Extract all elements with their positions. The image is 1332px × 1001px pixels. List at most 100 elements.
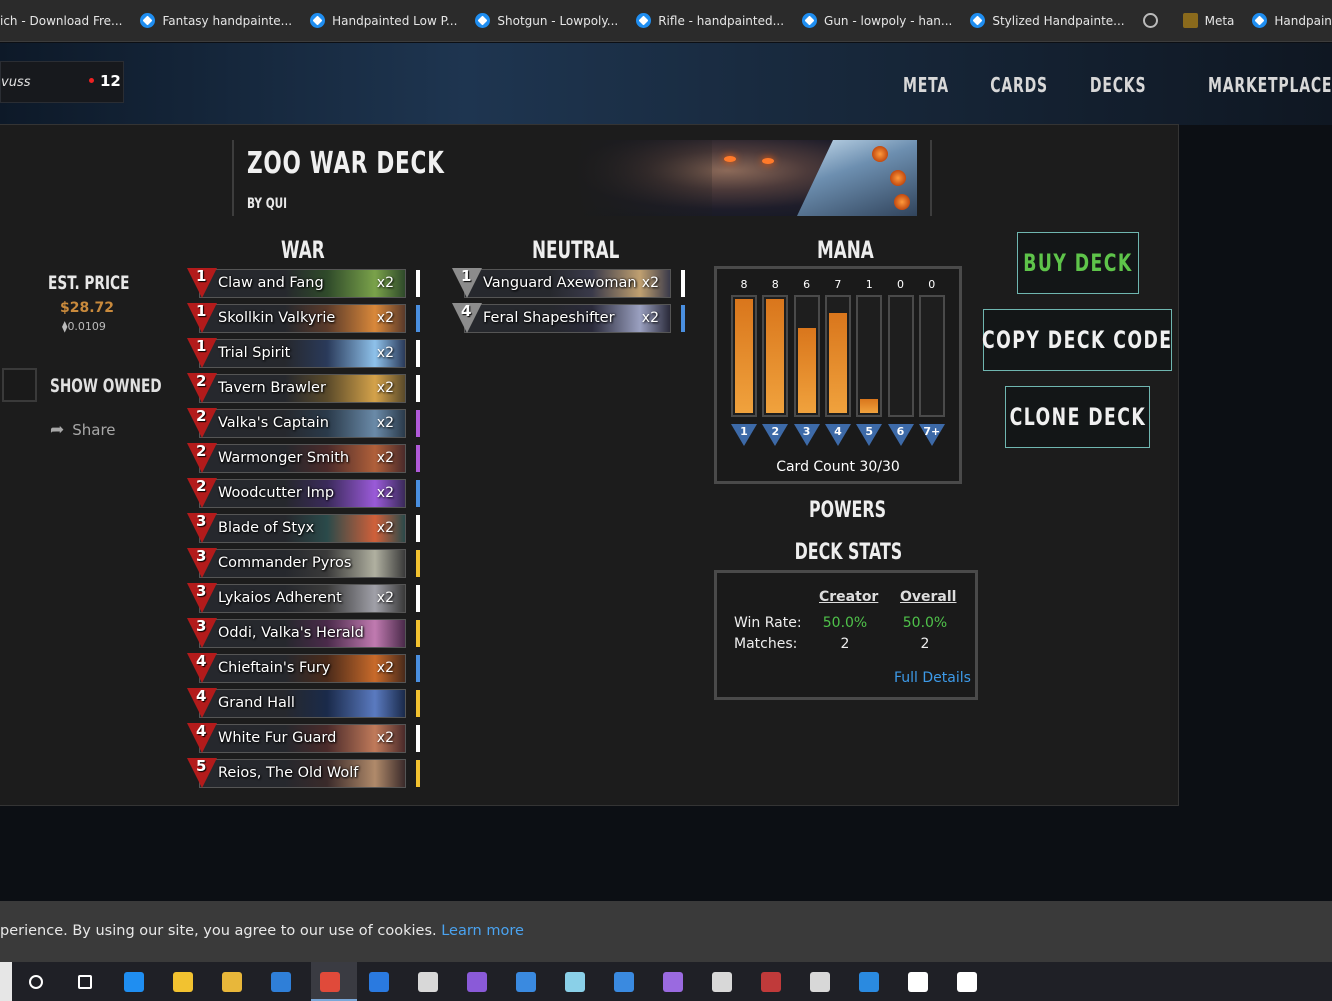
- bookmark-item[interactable]: Gun - lowpoly - han...: [802, 13, 952, 28]
- visual-studio-icon-glyph: [467, 972, 487, 992]
- card-row[interactable]: Grand Hall 4: [187, 687, 420, 719]
- card-cost: 5: [196, 757, 207, 775]
- mana-bar: [824, 295, 851, 417]
- search-icon[interactable]: [22, 968, 50, 996]
- share-button[interactable]: ➦ Share: [50, 420, 116, 440]
- rarity-indicator: [416, 550, 420, 577]
- card-row[interactable]: Warmonger Smith x2 2: [187, 442, 420, 474]
- card-name: Vanguard Axewoman: [483, 275, 637, 291]
- card-row[interactable]: Tavern Brawler x2 2: [187, 372, 420, 404]
- show-owned-checkbox[interactable]: [2, 368, 37, 402]
- bookmark-item[interactable]: Meta: [1182, 13, 1235, 28]
- sketchfab-icon: [1252, 13, 1268, 28]
- card-row[interactable]: Chieftain's Fury x2 4: [187, 652, 420, 684]
- notepad-icon[interactable]: [561, 968, 589, 996]
- bookmark-item[interactable]: Handpainted Low P...: [310, 13, 457, 28]
- card-cost: 3: [196, 512, 207, 530]
- card-row[interactable]: Trial Spirit x2 1: [187, 337, 420, 369]
- clone-deck-button[interactable]: CLONE DECK: [1005, 386, 1150, 448]
- chrome-icon-glyph: [320, 972, 340, 992]
- hero-eye-left: [724, 156, 736, 162]
- nav-marketplace[interactable]: MARKETPLACE: [1208, 73, 1332, 97]
- bookmark-item[interactable]: [1142, 13, 1165, 28]
- deck-hero-art: [572, 140, 917, 216]
- card-name: Woodcutter Imp: [218, 485, 335, 501]
- card-body: Reios, The Old Wolf: [199, 759, 406, 788]
- bookmark-item[interactable]: Rifle - handpainted...: [636, 13, 784, 28]
- mail-icon[interactable]: [267, 968, 295, 996]
- wordpress-icon-glyph: [418, 972, 438, 992]
- est-price-label: EST. PRICE: [48, 272, 130, 294]
- share-icon: ➦: [50, 420, 65, 440]
- photos-icon[interactable]: [855, 968, 883, 996]
- start-button[interactable]: [0, 962, 12, 1001]
- card-row[interactable]: Vanguard Axewoman x2 1: [452, 267, 685, 299]
- unity-icon[interactable]: [904, 968, 932, 996]
- card-row[interactable]: Commander Pyros 3: [187, 547, 420, 579]
- bookmark-item[interactable]: Stylized Handpainte...: [970, 13, 1125, 28]
- mana-bar: [731, 295, 757, 417]
- store-icon[interactable]: [169, 968, 197, 996]
- mana-bar-fill: [735, 299, 753, 413]
- card-row[interactable]: Skollkin Valkyrie x2 1: [187, 302, 420, 334]
- media-icon[interactable]: [610, 968, 638, 996]
- deck-panel: [0, 124, 1179, 806]
- chrome-icon[interactable]: [316, 968, 344, 996]
- edge-icon-glyph: [124, 972, 144, 992]
- learn-more-link[interactable]: Learn more: [441, 923, 524, 939]
- deck-title-block: ZOO WAR DECK BY QUI: [232, 140, 932, 216]
- notes-icon[interactable]: [708, 968, 736, 996]
- wordpress-icon[interactable]: [414, 968, 442, 996]
- card-art: [285, 690, 405, 717]
- chatgpt-icon[interactable]: [953, 968, 981, 996]
- bookmark-label: Meta: [1204, 13, 1235, 28]
- card-row[interactable]: Valka's Captain x2 2: [187, 407, 420, 439]
- bookmark-item[interactable]: ich - Download Fre...: [0, 14, 122, 28]
- task-view-icon[interactable]: [71, 968, 99, 996]
- nav-decks[interactable]: DECKS: [1090, 73, 1146, 97]
- winrar-icon[interactable]: [757, 968, 785, 996]
- unity-icon-glyph: [908, 972, 928, 992]
- card-row[interactable]: White Fur Guard x2 4: [187, 722, 420, 754]
- creator-header: Creator: [819, 589, 879, 605]
- photos-icon-glyph: [859, 972, 879, 992]
- clone-deck-label: CLONE DECK: [1009, 403, 1146, 431]
- bookmark-item[interactable]: Handpainted Tree [...: [1252, 13, 1332, 28]
- site-header: vuss 12 META CARDS DECKS MARKETPLACE: [0, 43, 1332, 125]
- mana-bar-fill: [828, 313, 847, 413]
- card-row[interactable]: Oddi, Valka's Herald 3: [187, 617, 420, 649]
- copy-deck-code-button[interactable]: COPY DECK CODE: [982, 309, 1172, 371]
- card-row[interactable]: Blade of Styx x2 3: [187, 512, 420, 544]
- card-name: Feral Shapeshifter: [483, 310, 615, 326]
- card-name: Claw and Fang: [218, 275, 324, 291]
- buy-deck-button[interactable]: BUY DECK: [1017, 232, 1139, 294]
- card-cost: 2: [196, 477, 207, 495]
- card-row[interactable]: Lykaios Adherent x2 3: [187, 582, 420, 614]
- card-cost: 4: [196, 652, 207, 670]
- card-row[interactable]: Reios, The Old Wolf 5: [187, 757, 420, 789]
- card-row[interactable]: Feral Shapeshifter x2 4: [452, 302, 685, 334]
- sketchfab-icon: [636, 13, 652, 28]
- full-details-link[interactable]: Full Details: [894, 670, 971, 686]
- mana-cost-label: 3: [802, 425, 811, 438]
- notification-count[interactable]: 12: [100, 72, 121, 90]
- snip-icon[interactable]: [806, 968, 834, 996]
- card-count: Card Count 30/30: [776, 459, 900, 475]
- trello-icon[interactable]: [365, 968, 393, 996]
- user-menu[interactable]: vuss 12: [0, 61, 124, 103]
- visual-studio-icon[interactable]: [463, 968, 491, 996]
- nav-cards[interactable]: CARDS: [991, 73, 1049, 97]
- card-row[interactable]: Claw and Fang x2 1: [187, 267, 420, 299]
- card-name: Tavern Brawler: [218, 380, 326, 396]
- nav-meta[interactable]: META: [903, 73, 949, 97]
- card-cost: 1: [196, 267, 207, 285]
- bookmark-item[interactable]: Fantasy handpainte...: [140, 13, 292, 28]
- bookmark-item[interactable]: Shotgun - Lowpoly...: [475, 13, 618, 28]
- mana-bar: [793, 295, 820, 417]
- card-row[interactable]: Woodcutter Imp x2 2: [187, 477, 420, 509]
- file-explorer-icon[interactable]: [218, 968, 246, 996]
- edge-icon[interactable]: [120, 968, 148, 996]
- app-icon[interactable]: [512, 968, 540, 996]
- card-name: Commander Pyros: [218, 555, 352, 571]
- vs-code-icon[interactable]: [659, 968, 687, 996]
